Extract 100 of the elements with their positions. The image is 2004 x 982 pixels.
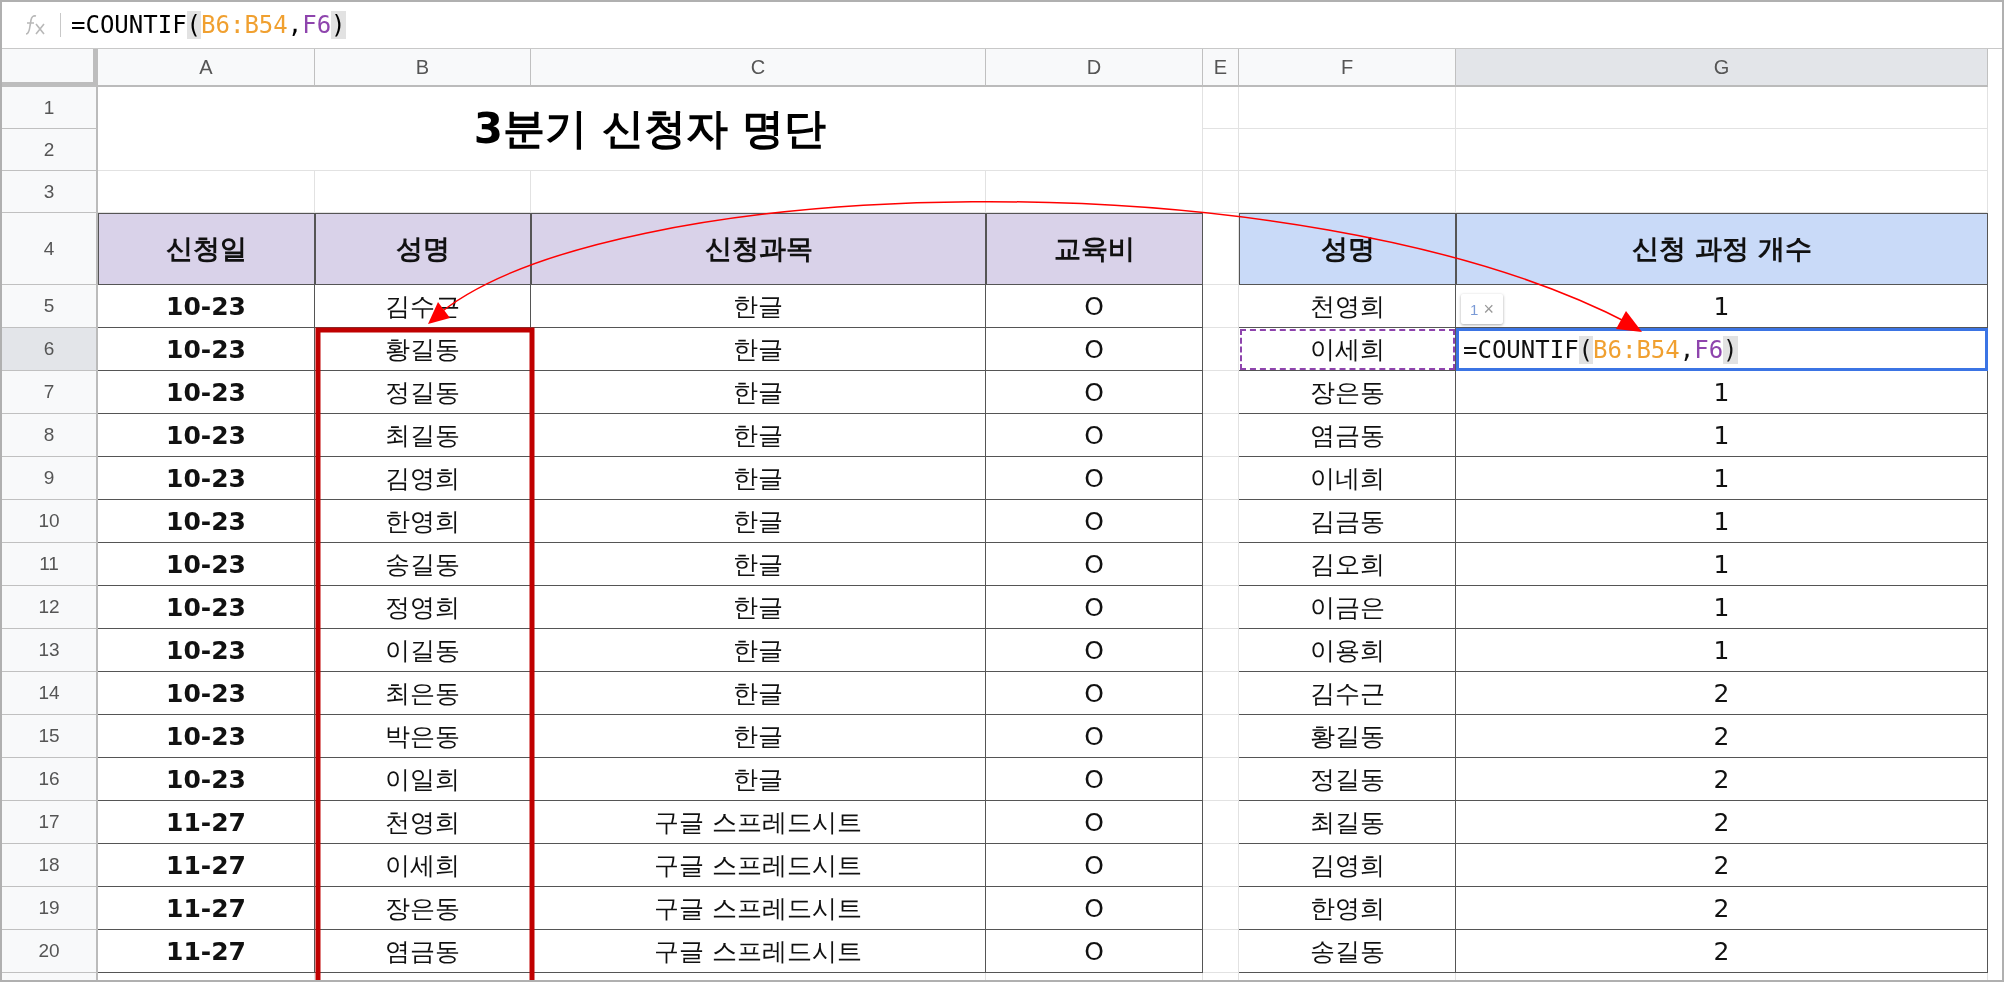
table-cell: 한글 — [531, 371, 986, 414]
table-header: 신청과목 — [531, 213, 986, 285]
table-cell: 구글 스프레드시트 — [531, 930, 986, 973]
row-header[interactable]: 10 — [2, 500, 98, 543]
table-cell: 김금동 — [1239, 500, 1456, 543]
row-header[interactable]: 17 — [2, 801, 98, 844]
row-header[interactable]: 1 — [2, 87, 98, 129]
table-cell: 한글 — [531, 629, 986, 672]
row-header[interactable]: 18 — [2, 844, 98, 887]
table-cell: O — [986, 414, 1203, 457]
table-cell: 11-27 — [98, 930, 315, 973]
table-cell: 이세희 — [1239, 328, 1456, 371]
table-cell: 한영희 — [315, 500, 531, 543]
row-header[interactable]: 6 — [2, 328, 98, 371]
table-cell: 한글 — [531, 414, 986, 457]
table-cell: 한글 — [531, 586, 986, 629]
table-cell: 송길동 — [1239, 930, 1456, 973]
row-header[interactable]: 7 — [2, 371, 98, 414]
row-header[interactable]: 5 — [2, 285, 98, 328]
table-cell: O — [986, 758, 1203, 801]
row-header[interactable]: 15 — [2, 715, 98, 758]
table-cell: 1 — [1456, 500, 1988, 543]
table-cell: 이일희 — [315, 758, 531, 801]
table-cell: 이길동 — [315, 629, 531, 672]
table-cell: 황길동 — [315, 328, 531, 371]
table-cell: 한글 — [531, 758, 986, 801]
table-cell: 1 — [1456, 371, 1988, 414]
column-header[interactable]: G — [1456, 49, 1988, 87]
table-cell: O — [986, 543, 1203, 586]
table-cell: O — [986, 586, 1203, 629]
table-cell: 1 — [1456, 414, 1988, 457]
table-cell: 한글 — [531, 285, 986, 328]
table-cell: O — [986, 801, 1203, 844]
row-header[interactable]: 16 — [2, 758, 98, 801]
table-cell: 천영희 — [1239, 285, 1456, 328]
table-cell: 10-23 — [98, 629, 315, 672]
table-header: 신청일 — [98, 213, 315, 285]
table-cell: O — [986, 844, 1203, 887]
cell-editor[interactable]: =COUNTIF(B6:B54,F6) — [1456, 328, 1988, 371]
table-cell: O — [986, 457, 1203, 500]
table-cell: 최길동 — [1239, 801, 1456, 844]
row-header[interactable]: 8 — [2, 414, 98, 457]
row-header[interactable]: 14 — [2, 672, 98, 715]
row-header[interactable]: 11 — [2, 543, 98, 586]
table-header: 성명 — [1239, 213, 1456, 285]
table-header: 교육비 — [986, 213, 1203, 285]
row-header[interactable]: 12 — [2, 586, 98, 629]
table-cell: 최길동 — [315, 414, 531, 457]
table-cell: 10-23 — [98, 328, 315, 371]
table-cell: 구글 스프레드시트 — [531, 844, 986, 887]
table-cell: 2 — [1456, 887, 1988, 930]
table-cell: 1 — [1456, 457, 1988, 500]
row-header[interactable]: 19 — [2, 887, 98, 930]
table-cell: 1 — [1456, 629, 1988, 672]
table-cell: 11-27 — [98, 887, 315, 930]
formula-input[interactable]: =COUNTIF(B6:B54,F6) — [71, 11, 346, 39]
table-cell: O — [986, 285, 1203, 328]
table-cell: 구글 스프레드시트 — [531, 887, 986, 930]
table-cell: 정길동 — [315, 371, 531, 414]
tooltip-count: 1 — [1470, 300, 1479, 318]
table-cell: 한글 — [531, 543, 986, 586]
table-cell: 2 — [1456, 930, 1988, 973]
table-cell: 10-23 — [98, 672, 315, 715]
table-cell: 10-23 — [98, 715, 315, 758]
table-cell: 이세희 — [315, 844, 531, 887]
table-cell: O — [986, 371, 1203, 414]
table-cell: 한글 — [531, 672, 986, 715]
table-header: 성명 — [315, 213, 531, 285]
table-cell: 한글 — [531, 457, 986, 500]
table-cell: 2 — [1456, 758, 1988, 801]
column-header[interactable]: E — [1203, 49, 1239, 87]
table-cell: 10-23 — [98, 414, 315, 457]
column-header[interactable]: B — [315, 49, 531, 87]
row-header[interactable]: 2 — [2, 129, 98, 171]
table-cell: O — [986, 672, 1203, 715]
table-cell: 10-23 — [98, 586, 315, 629]
table-cell: 1 — [1456, 543, 1988, 586]
row-header[interactable]: 20 — [2, 930, 98, 973]
table-cell: 1 — [1456, 586, 1988, 629]
table-cell: 10-23 — [98, 543, 315, 586]
table-cell: 이금은 — [1239, 586, 1456, 629]
table-cell: O — [986, 328, 1203, 371]
column-header[interactable]: F — [1239, 49, 1456, 87]
table-cell: O — [986, 500, 1203, 543]
column-header[interactable]: D — [986, 49, 1203, 87]
table-cell: 황길동 — [1239, 715, 1456, 758]
table-cell: O — [986, 629, 1203, 672]
row-header[interactable]: 13 — [2, 629, 98, 672]
column-header[interactable]: C — [531, 49, 986, 87]
column-header[interactable]: A — [98, 49, 315, 87]
row-header[interactable]: 9 — [2, 457, 98, 500]
row-header[interactable]: 3 — [2, 171, 98, 213]
table-cell: 김영희 — [315, 457, 531, 500]
table-cell: 천영희 — [315, 801, 531, 844]
row-header[interactable]: 4 — [2, 213, 98, 285]
table-cell: 송길동 — [315, 543, 531, 586]
table-cell: 최은동 — [315, 672, 531, 715]
table-cell: 정길동 — [1239, 758, 1456, 801]
table-cell: 김오희 — [1239, 543, 1456, 586]
table-cell: 김영희 — [1239, 844, 1456, 887]
